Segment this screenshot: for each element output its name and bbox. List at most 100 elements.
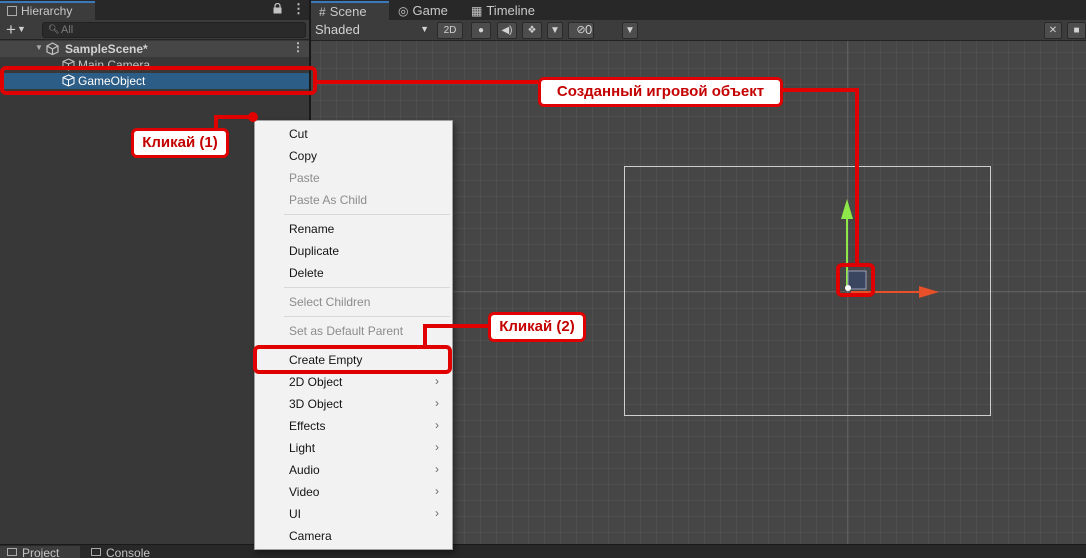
menu-item-select-children: Select Children xyxy=(289,295,371,309)
search-input[interactable] xyxy=(61,23,301,37)
menu-item-label: Effects xyxy=(289,419,326,433)
chevron-right-icon: › xyxy=(435,418,439,432)
visibility-dropdown-button[interactable]: ▼ xyxy=(622,22,638,39)
lightbulb-icon: ● xyxy=(477,25,485,36)
menu-item-3d-object[interactable]: 3D Object › xyxy=(255,393,452,415)
tab-project-label: Project xyxy=(22,546,60,558)
tab-scene-label: Scene xyxy=(329,4,367,19)
effects-dropdown-button[interactable]: ▼ xyxy=(547,22,563,39)
menu-item-2d-object[interactable]: 2D Object › xyxy=(255,371,452,393)
context-menu: Cut Copy Paste Paste As Child Rename Dup… xyxy=(254,120,453,550)
chevron-right-icon: › xyxy=(435,396,439,410)
menu-item-effects[interactable]: Effects › xyxy=(255,415,452,437)
gizmo-x-arrow xyxy=(919,286,939,298)
hierarchy-tab-label: Hierarchy xyxy=(21,4,73,18)
callout-click-2: Кликай (2) xyxy=(488,312,586,342)
scene-tab-bar: # Scene ◎ Game ▦ Timeline xyxy=(311,0,1086,20)
menu-item-paste-as-child: Paste As Child xyxy=(289,193,368,207)
folder-icon xyxy=(7,548,17,556)
highlight-gameobject-row xyxy=(0,66,317,95)
scene-name: SampleScene* xyxy=(65,42,148,56)
chevron-down-icon: ▼ xyxy=(625,25,635,36)
scene-menu-icon[interactable]: ⋮ xyxy=(292,40,304,54)
menu-item-label: 2D Object xyxy=(289,375,343,389)
hidden-object-count: 0 xyxy=(585,22,593,37)
menu-item-delete[interactable]: Delete xyxy=(255,262,452,284)
lighting-toggle-button[interactable]: ● xyxy=(471,22,491,39)
unity-scene-icon xyxy=(46,42,59,55)
tab-game-label: Game xyxy=(412,3,448,18)
tab-console[interactable]: Console xyxy=(84,546,164,558)
callout-created-object: Созданный игровой объект xyxy=(538,77,783,107)
chevron-down-icon: ▼ xyxy=(16,24,26,34)
chevron-right-icon: › xyxy=(435,440,439,454)
effects-icon: ❖ xyxy=(527,25,537,36)
scene-root-row[interactable]: ▼ SampleScene* ⋮ xyxy=(0,40,309,57)
hierarchy-search[interactable]: 🔍︎ xyxy=(42,22,306,38)
camera-icon: ■ xyxy=(1073,25,1080,36)
tab-timeline[interactable]: ▦ Timeline xyxy=(463,1,553,20)
menu-item-paste: Paste xyxy=(289,171,320,185)
menu-item-label: Light xyxy=(289,441,316,455)
gizmo-y-arrow xyxy=(841,199,853,219)
speaker-icon: ◀) xyxy=(501,25,513,36)
tab-console-label: Console xyxy=(106,546,151,558)
menu-item-label: 3D Object xyxy=(289,397,343,411)
create-dropdown-button[interactable]: +▼ xyxy=(4,20,34,40)
lock-icon[interactable] xyxy=(273,3,282,14)
tools-button[interactable]: ✕ xyxy=(1044,22,1062,39)
menu-item-audio[interactable]: Audio › xyxy=(255,459,452,481)
effects-toggle-button[interactable]: ❖ xyxy=(522,22,542,39)
chevron-down-icon: ▼ xyxy=(550,25,560,36)
chevron-right-icon: › xyxy=(435,374,439,388)
tools-icon: ✕ xyxy=(1048,25,1058,36)
menu-separator xyxy=(284,316,450,317)
scene-toolbar: Shaded ▼ 2D ● ◀) ❖ ▼ ⊘ 0 ▼ ✕ ■ xyxy=(311,20,1086,41)
tab-project[interactable]: Project xyxy=(0,546,80,558)
panel-menu-icon[interactable]: ⋮ xyxy=(292,1,305,17)
tab-scene[interactable]: # Scene xyxy=(311,1,389,20)
menu-item-light[interactable]: Light › xyxy=(255,437,452,459)
expand-arrow-icon[interactable]: ▼ xyxy=(35,43,43,52)
camera-settings-button[interactable]: ■ xyxy=(1067,22,1086,39)
tab-timeline-label: Timeline xyxy=(486,3,535,18)
gamepad-icon: ◎ xyxy=(398,4,409,18)
tab-game[interactable]: ◎ Game xyxy=(390,1,462,20)
highlight-scene-object xyxy=(836,263,875,297)
bottom-tab-bar: Project Console xyxy=(0,544,1086,558)
highlight-create-empty xyxy=(253,345,452,374)
chevron-down-icon: ▼ xyxy=(420,24,429,34)
menu-item-camera[interactable]: Camera xyxy=(255,525,452,547)
menu-item-ui[interactable]: UI › xyxy=(255,503,452,525)
callout-text: Кликай (1) xyxy=(134,131,226,155)
menu-separator xyxy=(284,214,450,215)
grid-icon: # xyxy=(319,5,326,19)
menu-item-duplicate[interactable]: Duplicate xyxy=(255,240,452,262)
console-icon xyxy=(91,548,101,556)
shading-mode-dropdown[interactable]: Shaded ▼ xyxy=(315,22,431,39)
tab-hierarchy[interactable]: Hierarchy xyxy=(0,1,95,20)
hierarchy-tab-bar: Hierarchy ⋮ xyxy=(0,0,309,20)
menu-separator xyxy=(284,287,450,288)
film-icon: ▦ xyxy=(471,4,483,18)
callout-click-1: Кликай (1) xyxy=(131,128,229,158)
hierarchy-list-icon xyxy=(7,6,17,16)
menu-item-set-default-parent: Set as Default Parent xyxy=(289,324,404,338)
chevron-right-icon: › xyxy=(435,462,439,476)
audio-toggle-button[interactable]: ◀) xyxy=(497,22,517,39)
menu-item-label: Audio xyxy=(289,463,320,477)
chevron-right-icon: › xyxy=(435,484,439,498)
menu-item-label: UI xyxy=(289,507,301,521)
menu-item-cut[interactable]: Cut xyxy=(255,123,452,145)
search-icon: 🔍︎ xyxy=(48,24,60,34)
shading-mode-label: Shaded xyxy=(315,22,360,37)
toggle-2d-button[interactable]: 2D xyxy=(437,22,463,39)
callout-text: Кликай (2) xyxy=(491,315,583,339)
menu-item-label: Video xyxy=(289,485,320,499)
callout-text: Созданный игровой объект xyxy=(541,80,780,104)
chevron-right-icon: › xyxy=(435,506,439,520)
menu-item-video[interactable]: Video › xyxy=(255,481,452,503)
menu-item-copy[interactable]: Copy xyxy=(255,145,452,167)
menu-item-rename[interactable]: Rename xyxy=(255,218,452,240)
hierarchy-toolbar: +▼ 🔍︎ xyxy=(0,20,309,40)
